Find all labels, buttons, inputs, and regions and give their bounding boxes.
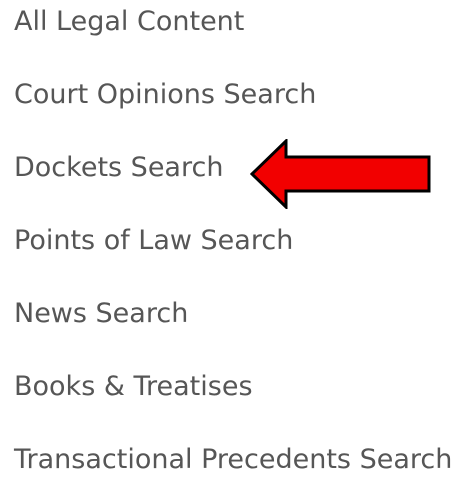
menu-item-transactional-precedents-search[interactable]: Transactional Precedents Search: [14, 443, 452, 477]
menu-item-news-search[interactable]: News Search: [14, 297, 188, 331]
red-arrow-icon: [250, 139, 431, 209]
menu-item-all-legal-content[interactable]: All Legal Content: [14, 5, 244, 39]
red-arrow-shape: [250, 139, 431, 209]
menu-item-books-treatises[interactable]: Books & Treatises: [14, 370, 253, 404]
menu-item-court-opinions-search[interactable]: Court Opinions Search: [14, 78, 316, 112]
menu-item-dockets-search[interactable]: Dockets Search: [14, 151, 223, 185]
menu-item-points-of-law-search[interactable]: Points of Law Search: [14, 224, 293, 258]
